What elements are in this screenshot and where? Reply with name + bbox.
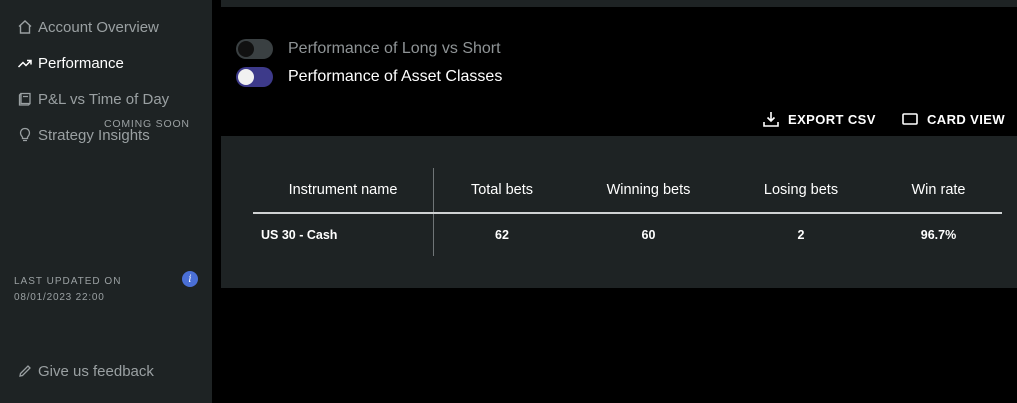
sidebar-item-label: Strategy Insights xyxy=(38,126,150,144)
export-csv-label: EXPORT CSV xyxy=(788,111,876,127)
performance-table: Instrument name Total bets Winning bets … xyxy=(253,168,1002,256)
sidebar-item-label: Performance xyxy=(38,54,124,72)
toggle-asset-classes[interactable]: Performance of Asset Classes xyxy=(236,67,502,87)
performance-table-card: Instrument name Total bets Winning bets … xyxy=(221,136,1017,288)
top-bar xyxy=(221,0,1017,7)
book-icon xyxy=(17,91,33,107)
toggle-label: Performance of Long vs Short xyxy=(288,40,501,57)
card-view-icon xyxy=(901,110,919,128)
toggle-long-vs-short[interactable]: Performance of Long vs Short xyxy=(236,39,501,59)
sidebar-item-pnl-time-of-day[interactable]: P&L vs Time of Day xyxy=(17,88,169,110)
toggle-switch[interactable] xyxy=(236,39,273,59)
card-view-label: CARD VIEW xyxy=(927,111,1005,127)
table-header-row: Instrument name Total bets Winning bets … xyxy=(253,168,1002,214)
sidebar-item-performance[interactable]: Performance xyxy=(17,52,124,74)
download-icon xyxy=(762,110,780,128)
card-view-button[interactable]: CARD VIEW xyxy=(901,110,1005,128)
last-updated-label: LAST UPDATED ON xyxy=(14,276,122,287)
cell-losing-bets: 2 xyxy=(797,228,805,242)
give-feedback-link[interactable]: Give us feedback xyxy=(17,360,154,382)
column-header-losing-bets[interactable]: Losing bets xyxy=(727,168,875,212)
cell-win-rate: 96.7% xyxy=(920,228,957,242)
home-icon xyxy=(17,19,33,35)
export-csv-button[interactable]: EXPORT CSV xyxy=(762,110,876,128)
pencil-icon xyxy=(17,363,33,379)
toggle-label: Performance of Asset Classes xyxy=(288,68,503,85)
toggle-knob xyxy=(238,69,254,85)
column-header-winning-bets[interactable]: Winning bets xyxy=(570,168,727,212)
sidebar-item-account-overview[interactable]: Account Overview xyxy=(17,16,159,38)
toggle-switch[interactable] xyxy=(236,67,273,87)
trending-up-icon xyxy=(17,55,33,71)
cell-total-bets: 62 xyxy=(495,228,509,242)
column-header-instrument[interactable]: Instrument name xyxy=(253,168,434,212)
column-header-win-rate[interactable]: Win rate xyxy=(875,168,1002,212)
cell-winning-bets: 60 xyxy=(641,228,656,242)
info-icon[interactable]: i xyxy=(182,271,198,287)
lightbulb-icon xyxy=(17,127,33,143)
toggle-knob xyxy=(238,41,254,57)
feedback-label: Give us feedback xyxy=(38,362,154,380)
column-header-total-bets[interactable]: Total bets xyxy=(434,168,570,212)
sidebar-item-strategy-insights[interactable]: Strategy Insights xyxy=(17,124,150,146)
sidebar-item-label: P&L vs Time of Day xyxy=(38,90,170,108)
sidebar: Account Overview Performance P&L vs Time… xyxy=(0,0,212,403)
last-updated-value: 08/01/2023 22:00 xyxy=(14,292,105,303)
cell-instrument: US 30 - Cash xyxy=(253,214,434,256)
table-row: US 30 - Cash 62 60 2 96.7% xyxy=(253,214,1002,256)
sidebar-item-label: Account Overview xyxy=(38,18,159,36)
